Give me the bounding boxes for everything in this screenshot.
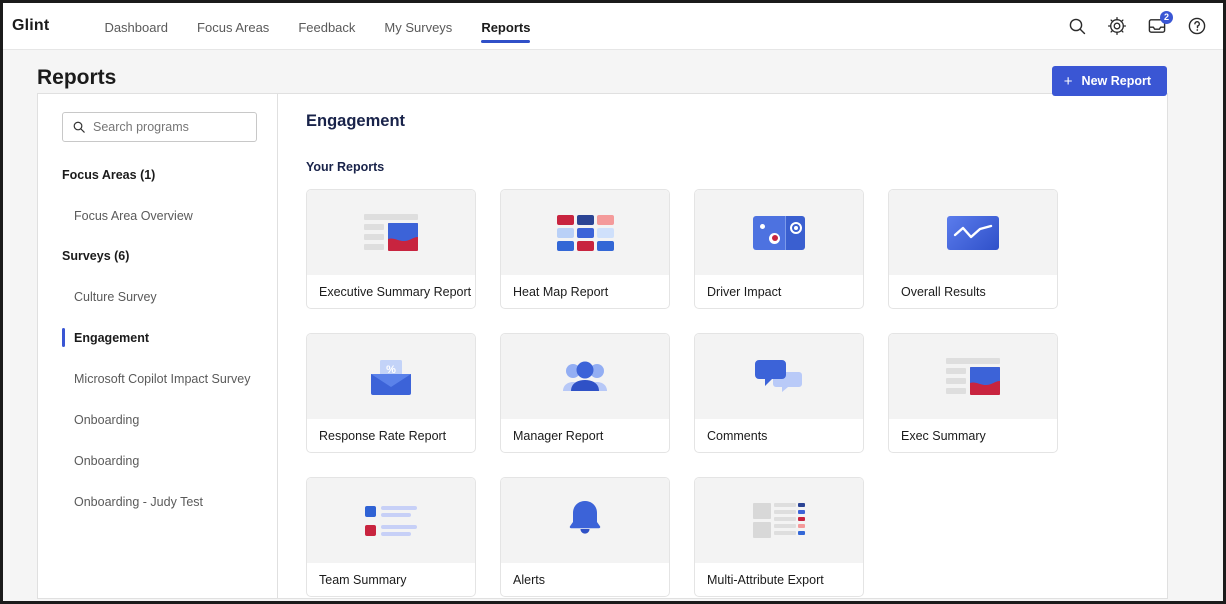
report-card-label: Executive Summary Report (319, 285, 472, 299)
report-card-team-summary[interactable]: Team Summary (306, 477, 476, 597)
report-card-comments[interactable]: Comments (694, 333, 864, 453)
report-card-alerts[interactable]: Alerts (500, 477, 670, 597)
report-card-label: Alerts (513, 573, 545, 587)
report-card-label: Response Rate Report (319, 429, 447, 443)
programs-sidebar: Focus Areas (1) Focus Area Overview Surv… (38, 94, 278, 598)
sidebar-item-onboarding-1[interactable]: Onboarding (38, 413, 277, 427)
report-card-label: Exec Summary (901, 429, 986, 443)
inbox-icon[interactable]: 2 (1147, 11, 1173, 36)
sidebar-group-surveys-label: Surveys (62, 249, 111, 263)
card-icon-area (889, 334, 1057, 419)
report-card-multi-attribute-export[interactable]: Multi-Attribute Export (694, 477, 864, 597)
driver-impact-icon (753, 215, 805, 250)
search-programs-input[interactable] (93, 120, 247, 134)
report-card-label: Comments (707, 429, 768, 443)
page-title: Reports (37, 66, 117, 89)
report-card-label: Manager Report (513, 429, 604, 443)
reports-main-content: Engagement Your Reports Executive Summar… (278, 94, 1167, 598)
nav-link-focus-areas[interactable]: Focus Areas (197, 20, 269, 50)
sidebar-item-engagement[interactable]: Engagement (38, 328, 277, 347)
section-title: Engagement (306, 112, 406, 130)
heat-map-icon (556, 214, 614, 251)
report-card-response-rate-report[interactable]: % Response Rate Report (306, 333, 476, 453)
main-nav-links: Dashboard Focus Areas Feedback My Survey… (104, 3, 559, 50)
nav-link-dashboard[interactable]: Dashboard (104, 20, 168, 50)
help-icon[interactable] (1187, 16, 1207, 36)
app-window: Glint Dashboard Focus Areas Feedback My … (0, 0, 1226, 604)
card-icon-area (501, 334, 669, 419)
report-card-label: Team Summary (319, 573, 407, 587)
nav-icon-group: 2 (1067, 11, 1223, 36)
search-icon[interactable] (1067, 16, 1087, 36)
envelope-percent-icon: % (367, 358, 415, 396)
search-programs-box[interactable] (62, 112, 257, 142)
gear-icon[interactable] (1107, 16, 1127, 36)
sidebar-group-focus-areas: Focus Areas (1) (38, 168, 277, 182)
sidebar-item-culture-survey[interactable]: Culture Survey (38, 290, 277, 304)
card-icon-area (695, 334, 863, 419)
report-card-label: Overall Results (901, 285, 986, 299)
card-icon-area (501, 190, 669, 275)
inbox-badge-count: 2 (1160, 11, 1173, 24)
sidebar-item-focus-area-overview[interactable]: Focus Area Overview (38, 209, 277, 223)
report-card-manager-report[interactable]: Manager Report (500, 333, 670, 453)
report-card-driver-impact[interactable]: Driver Impact (694, 189, 864, 309)
top-navigation-bar: Glint Dashboard Focus Areas Feedback My … (3, 3, 1223, 50)
people-group-icon (561, 360, 609, 394)
search-icon (73, 121, 85, 133)
plus-icon: + (1063, 72, 1073, 90)
card-icon-area (501, 478, 669, 563)
sidebar-group-surveys-count: (6) (114, 249, 130, 263)
nav-link-feedback[interactable]: Feedback (298, 20, 355, 50)
bell-icon (564, 499, 606, 542)
sidebar-group-focus-areas-label: Focus Areas (62, 168, 137, 182)
card-icon-area (307, 478, 475, 563)
your-reports-subtitle: Your Reports (306, 160, 385, 174)
nav-link-my-surveys[interactable]: My Surveys (384, 20, 452, 50)
report-card-overall-results[interactable]: Overall Results (888, 189, 1058, 309)
report-card-label: Multi-Attribute Export (707, 573, 824, 587)
sidebar-group-focus-areas-count: (1) (140, 168, 156, 182)
brand-logo[interactable]: Glint (12, 17, 49, 35)
report-card-executive-summary-report[interactable]: Executive Summary Report (306, 189, 476, 309)
report-card-heat-map-report[interactable]: Heat Map Report (500, 189, 670, 309)
exec-summary-icon (946, 358, 1000, 395)
report-card-label: Heat Map Report (513, 285, 609, 299)
exec-summary-icon (364, 214, 418, 251)
report-card-exec-summary[interactable]: Exec Summary (888, 333, 1058, 453)
table-export-icon (753, 502, 805, 539)
card-icon-area (889, 190, 1057, 275)
new-report-button[interactable]: + New Report (1051, 66, 1167, 96)
sidebar-item-onboarding-judy-test[interactable]: Onboarding - Judy Test (38, 495, 277, 509)
report-card-label: Driver Impact (707, 285, 782, 299)
reports-panel: Focus Areas (1) Focus Area Overview Surv… (37, 93, 1168, 599)
report-cards-grid: Executive Summary Report Heat Map Report (306, 189, 1167, 597)
card-icon-area (307, 190, 475, 275)
card-icon-area (695, 190, 863, 275)
sidebar-group-surveys: Surveys (6) (38, 249, 277, 263)
card-icon-area (695, 478, 863, 563)
trend-line-icon (947, 215, 999, 250)
sidebar-item-copilot-impact-survey[interactable]: Microsoft Copilot Impact Survey (38, 372, 277, 386)
nav-link-reports[interactable]: Reports (481, 20, 531, 50)
speech-bubbles-icon (754, 359, 804, 395)
sidebar-item-onboarding-2[interactable]: Onboarding (38, 454, 277, 468)
new-report-button-label: New Report (1081, 74, 1151, 88)
card-icon-area: % (307, 334, 475, 419)
team-list-icon (365, 505, 417, 536)
